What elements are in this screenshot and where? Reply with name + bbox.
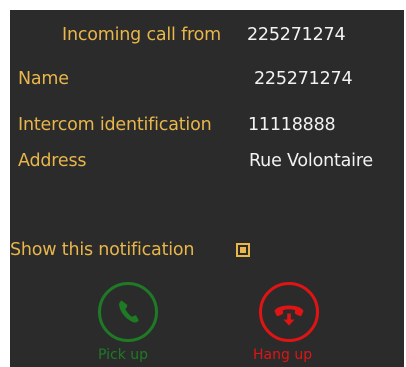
intercom-id-label: Intercom identification — [18, 115, 212, 135]
address-label: Address — [18, 151, 87, 171]
name-label: Name — [18, 69, 69, 89]
intercom-id-value: 11118888 — [248, 115, 336, 135]
show-notification-checkbox[interactable] — [236, 243, 250, 257]
show-notification-label: Show this notification — [10, 240, 195, 260]
address-value: Rue Volontaire — [249, 151, 373, 171]
incoming-call-title: Incoming call from — [62, 25, 222, 45]
hangup-label: Hang up — [253, 347, 313, 363]
hangup-button[interactable] — [259, 282, 319, 342]
incoming-call-panel: Incoming call from 225271274 Name 225271… — [10, 10, 404, 367]
pickup-label: Pick up — [98, 347, 149, 363]
pickup-button[interactable] — [98, 282, 158, 342]
caller-number: 225271274 — [247, 25, 346, 45]
phone-handset-icon — [119, 300, 139, 323]
phone-hangup-icon — [274, 305, 304, 326]
checkbox-check-mark — [240, 247, 246, 253]
name-value: 225271274 — [254, 69, 353, 89]
